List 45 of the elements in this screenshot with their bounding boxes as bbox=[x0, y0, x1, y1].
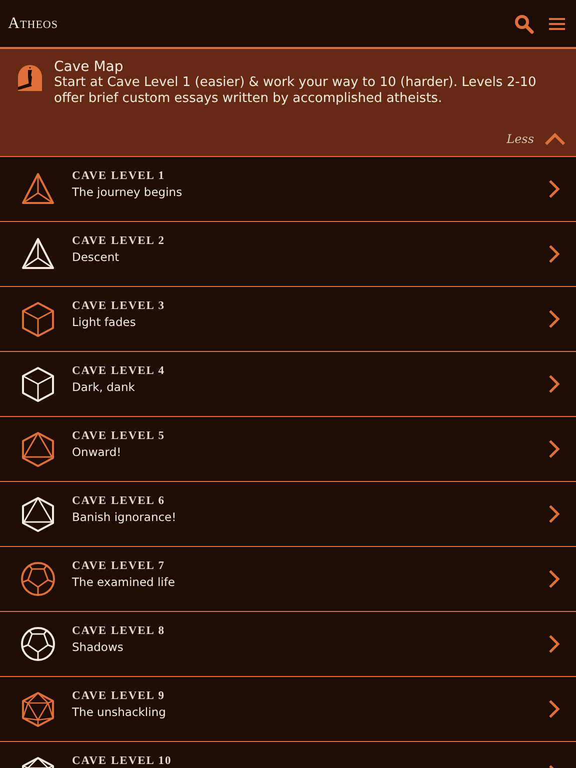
chevron-icon bbox=[548, 569, 560, 589]
chevron-icon bbox=[548, 309, 560, 329]
level-row[interactable]: CAVE LEVEL 4 Dark, dank bbox=[0, 352, 576, 417]
chevron-icon bbox=[548, 699, 560, 719]
level-title: CAVE LEVEL 10 bbox=[72, 755, 173, 767]
chevron-icon bbox=[548, 179, 560, 199]
level-title: CAVE LEVEL 6 bbox=[72, 495, 166, 507]
chevron-icon bbox=[548, 634, 560, 654]
level-title: CAVE LEVEL 7 bbox=[72, 560, 166, 572]
level-row[interactable]: CAVE LEVEL 7 The examined life bbox=[0, 547, 576, 612]
level-row[interactable]: CAVE LEVEL 10 bbox=[0, 742, 576, 768]
chevron-icon bbox=[548, 374, 560, 394]
level-row[interactable]: CAVE LEVEL 3 Light fades bbox=[0, 287, 576, 352]
level-row[interactable]: CAVE LEVEL 9 The unshackling bbox=[0, 677, 576, 742]
chevron-icon bbox=[548, 439, 560, 459]
level-subtitle: The unshackling bbox=[72, 705, 167, 719]
level-row[interactable]: CAVE LEVEL 2 Descent bbox=[0, 222, 576, 287]
level-subtitle: Banish ignorance! bbox=[72, 510, 178, 524]
level-subtitle: Shadows bbox=[72, 640, 124, 654]
level-title: CAVE LEVEL 5 bbox=[72, 430, 166, 442]
less-toggle[interactable]: Less bbox=[506, 132, 566, 146]
level-title: CAVE LEVEL 2 bbox=[72, 235, 166, 247]
level-title: CAVE LEVEL 3 bbox=[72, 300, 166, 312]
level-row[interactable]: CAVE LEVEL 5 Onward! bbox=[0, 417, 576, 482]
menu-button[interactable] bbox=[548, 16, 566, 30]
level-subtitle: Dark, dank bbox=[72, 380, 136, 394]
level-title: CAVE LEVEL 8 bbox=[72, 625, 166, 637]
torch-icon bbox=[18, 65, 42, 91]
level-subtitle: Onward! bbox=[72, 445, 122, 459]
level-row[interactable]: CAVE LEVEL 6 Banish ignorance! bbox=[0, 482, 576, 547]
banner-text: Start at Cave Level 1 (easier) & work your way to 10 (harder). Levels 2-10 offer brief custom essays written by accomplished atheists. bbox=[54, 75, 538, 107]
level-subtitle: The examined life bbox=[72, 575, 176, 589]
search-button[interactable] bbox=[514, 14, 534, 34]
level-title: CAVE LEVEL 9 bbox=[72, 690, 166, 702]
level-row[interactable]: CAVE LEVEL 8 Shadows bbox=[0, 612, 576, 677]
chevron-icon bbox=[548, 244, 560, 264]
chevron-icon bbox=[548, 504, 560, 524]
level-title: CAVE LEVEL 4 bbox=[72, 365, 166, 377]
app-title: Atheos bbox=[8, 14, 59, 32]
level-subtitle: Descent bbox=[72, 250, 120, 264]
level-title: CAVE LEVEL 1 bbox=[72, 170, 166, 182]
level-subtitle: Light fades bbox=[72, 315, 137, 329]
level-subtitle: The journey begins bbox=[72, 185, 184, 199]
banner-title: Cave Map bbox=[54, 59, 124, 75]
level-row[interactable]: CAVE LEVEL 1 The journey begins bbox=[0, 157, 576, 222]
